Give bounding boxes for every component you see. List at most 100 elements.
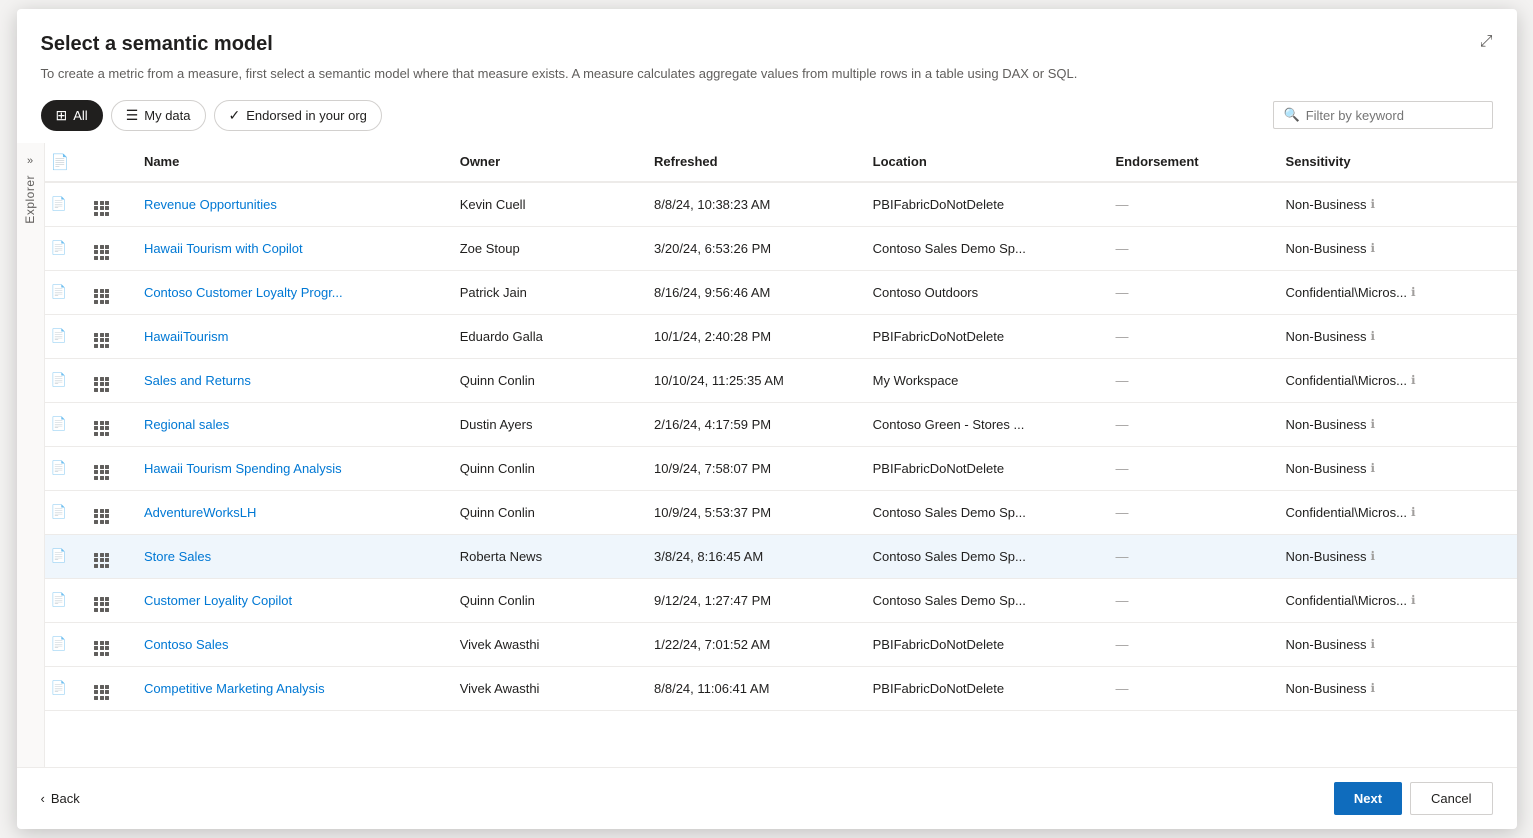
row-name[interactable]: Hawaii Tourism Spending Analysis <box>132 446 448 490</box>
table-row[interactable]: 📄 Store SalesRoberta News3/8/24, 8:16:45… <box>45 534 1517 578</box>
sidebar-label[interactable]: Explorer <box>23 175 37 224</box>
info-icon[interactable]: ℹ <box>1370 197 1375 211</box>
info-icon[interactable]: ℹ <box>1411 593 1416 607</box>
back-button[interactable]: ‹ Back <box>41 791 80 806</box>
row-name[interactable]: Regional sales <box>132 402 448 446</box>
col-header-endorsement[interactable]: Endorsement <box>1104 143 1274 182</box>
row-location: PBIFabricDoNotDelete <box>861 622 1104 666</box>
row-location: PBIFabricDoNotDelete <box>861 182 1104 227</box>
table-row[interactable]: 📄 Contoso Customer Loyalty Progr...Patri… <box>45 270 1517 314</box>
row-refreshed: 8/16/24, 9:56:46 AM <box>642 270 861 314</box>
info-icon[interactable]: ℹ <box>1411 373 1416 387</box>
row-file-col: 📄 <box>45 182 89 227</box>
row-file-col: 📄 <box>45 402 89 446</box>
row-file-icon: 📄 <box>51 504 67 519</box>
col-header-owner[interactable]: Owner <box>448 143 642 182</box>
row-name[interactable]: Contoso Sales <box>132 622 448 666</box>
dialog-title: Select a semantic model <box>41 33 273 56</box>
row-refreshed: 10/1/24, 2:40:28 PM <box>642 314 861 358</box>
search-input[interactable] <box>1306 108 1482 123</box>
row-grid-icon <box>94 421 109 436</box>
row-sensitivity: Confidential\Micros... ℹ <box>1274 358 1517 402</box>
row-location: PBIFabricDoNotDelete <box>861 446 1104 490</box>
row-grid-icon <box>94 377 109 392</box>
row-refreshed: 9/12/24, 1:27:47 PM <box>642 578 861 622</box>
expand-icon[interactable]: ⤢ <box>1480 33 1493 51</box>
info-icon[interactable]: ℹ <box>1370 417 1375 431</box>
row-file-col: 📄 <box>45 666 89 710</box>
info-icon[interactable]: ℹ <box>1370 637 1375 651</box>
row-name[interactable]: Customer Loyality Copilot <box>132 578 448 622</box>
row-location: Contoso Green - Stores ... <box>861 402 1104 446</box>
table-row[interactable]: 📄 AdventureWorksLHQuinn Conlin10/9/24, 5… <box>45 490 1517 534</box>
col-header-icon <box>88 143 132 182</box>
row-name[interactable]: Competitive Marketing Analysis <box>132 666 448 710</box>
row-name[interactable]: Revenue Opportunities <box>132 182 448 227</box>
row-name[interactable]: Hawaii Tourism with Copilot <box>132 226 448 270</box>
table-row[interactable]: 📄 Revenue OpportunitiesKevin Cuell8/8/24… <box>45 182 1517 227</box>
row-owner: Dustin Ayers <box>448 402 642 446</box>
sensitivity-label: Non-Business <box>1286 461 1367 476</box>
row-name[interactable]: Sales and Returns <box>132 358 448 402</box>
col-header-location[interactable]: Location <box>861 143 1104 182</box>
info-icon[interactable]: ℹ <box>1411 505 1416 519</box>
row-grid-col <box>88 358 132 402</box>
row-owner: Patrick Jain <box>448 270 642 314</box>
next-button[interactable]: Next <box>1334 782 1402 815</box>
table-row[interactable]: 📄 Hawaii Tourism Spending AnalysisQuinn … <box>45 446 1517 490</box>
sensitivity-label: Non-Business <box>1286 241 1367 256</box>
row-refreshed: 3/20/24, 6:53:26 PM <box>642 226 861 270</box>
row-sensitivity: Confidential\Micros... ℹ <box>1274 578 1517 622</box>
row-refreshed: 10/9/24, 5:53:37 PM <box>642 490 861 534</box>
info-icon[interactable]: ℹ <box>1370 461 1375 475</box>
row-file-icon: 📄 <box>51 196 67 211</box>
row-grid-col <box>88 578 132 622</box>
table-row[interactable]: 📄 Hawaii Tourism with CopilotZoe Stoup3/… <box>45 226 1517 270</box>
table-row[interactable]: 📄 Regional salesDustin Ayers2/16/24, 4:1… <box>45 402 1517 446</box>
sensitivity-label: Confidential\Micros... <box>1286 593 1407 608</box>
sensitivity-label: Confidential\Micros... <box>1286 285 1407 300</box>
row-file-col: 📄 <box>45 314 89 358</box>
row-name[interactable]: HawaiiTourism <box>132 314 448 358</box>
filter-all-button[interactable]: ⊞ All <box>41 100 103 131</box>
table-row[interactable]: 📄 Customer Loyality CopilotQuinn Conlin9… <box>45 578 1517 622</box>
row-name[interactable]: Store Sales <box>132 534 448 578</box>
row-refreshed: 8/8/24, 11:06:41 AM <box>642 666 861 710</box>
row-grid-icon <box>94 201 109 216</box>
table-row[interactable]: 📄 Contoso SalesVivek Awasthi1/22/24, 7:0… <box>45 622 1517 666</box>
row-grid-col <box>88 490 132 534</box>
row-sensitivity: Confidential\Micros... ℹ <box>1274 490 1517 534</box>
row-sensitivity: Non-Business ℹ <box>1274 314 1517 358</box>
row-grid-icon <box>94 685 109 700</box>
row-grid-col <box>88 402 132 446</box>
col-header-refreshed[interactable]: Refreshed <box>642 143 861 182</box>
row-name[interactable]: Contoso Customer Loyalty Progr... <box>132 270 448 314</box>
info-icon[interactable]: ℹ <box>1370 241 1375 255</box>
row-file-icon: 📄 <box>51 416 67 431</box>
dialog-subtitle: To create a metric from a measure, first… <box>17 56 1517 100</box>
table-row[interactable]: 📄 HawaiiTourismEduardo Galla10/1/24, 2:4… <box>45 314 1517 358</box>
info-icon[interactable]: ℹ <box>1370 681 1375 695</box>
dialog-header: Select a semantic model ⤢ <box>17 9 1517 56</box>
info-icon[interactable]: ℹ <box>1370 549 1375 563</box>
row-name[interactable]: AdventureWorksLH <box>132 490 448 534</box>
col-header-name[interactable]: Name <box>132 143 448 182</box>
row-file-col: 📄 <box>45 578 89 622</box>
sensitivity-label: Non-Business <box>1286 329 1367 344</box>
row-file-icon: 📄 <box>51 372 67 387</box>
row-endorsement: — <box>1104 534 1274 578</box>
table-row[interactable]: 📄 Sales and ReturnsQuinn Conlin10/10/24,… <box>45 358 1517 402</box>
sidebar: » Explorer <box>17 143 45 768</box>
filter-endorsed-button[interactable]: ✓ Endorsed in your org <box>214 100 382 131</box>
filter-mydata-button[interactable]: ☰ My data <box>111 100 206 131</box>
cancel-button[interactable]: Cancel <box>1410 782 1492 815</box>
row-endorsement: — <box>1104 270 1274 314</box>
sensitivity-label: Confidential\Micros... <box>1286 373 1407 388</box>
sidebar-chevron[interactable]: » <box>27 155 33 167</box>
row-grid-icon <box>94 245 109 260</box>
row-endorsement: — <box>1104 490 1274 534</box>
table-row[interactable]: 📄 Competitive Marketing AnalysisVivek Aw… <box>45 666 1517 710</box>
info-icon[interactable]: ℹ <box>1370 329 1375 343</box>
col-header-sensitivity[interactable]: Sensitivity <box>1274 143 1517 182</box>
info-icon[interactable]: ℹ <box>1411 285 1416 299</box>
